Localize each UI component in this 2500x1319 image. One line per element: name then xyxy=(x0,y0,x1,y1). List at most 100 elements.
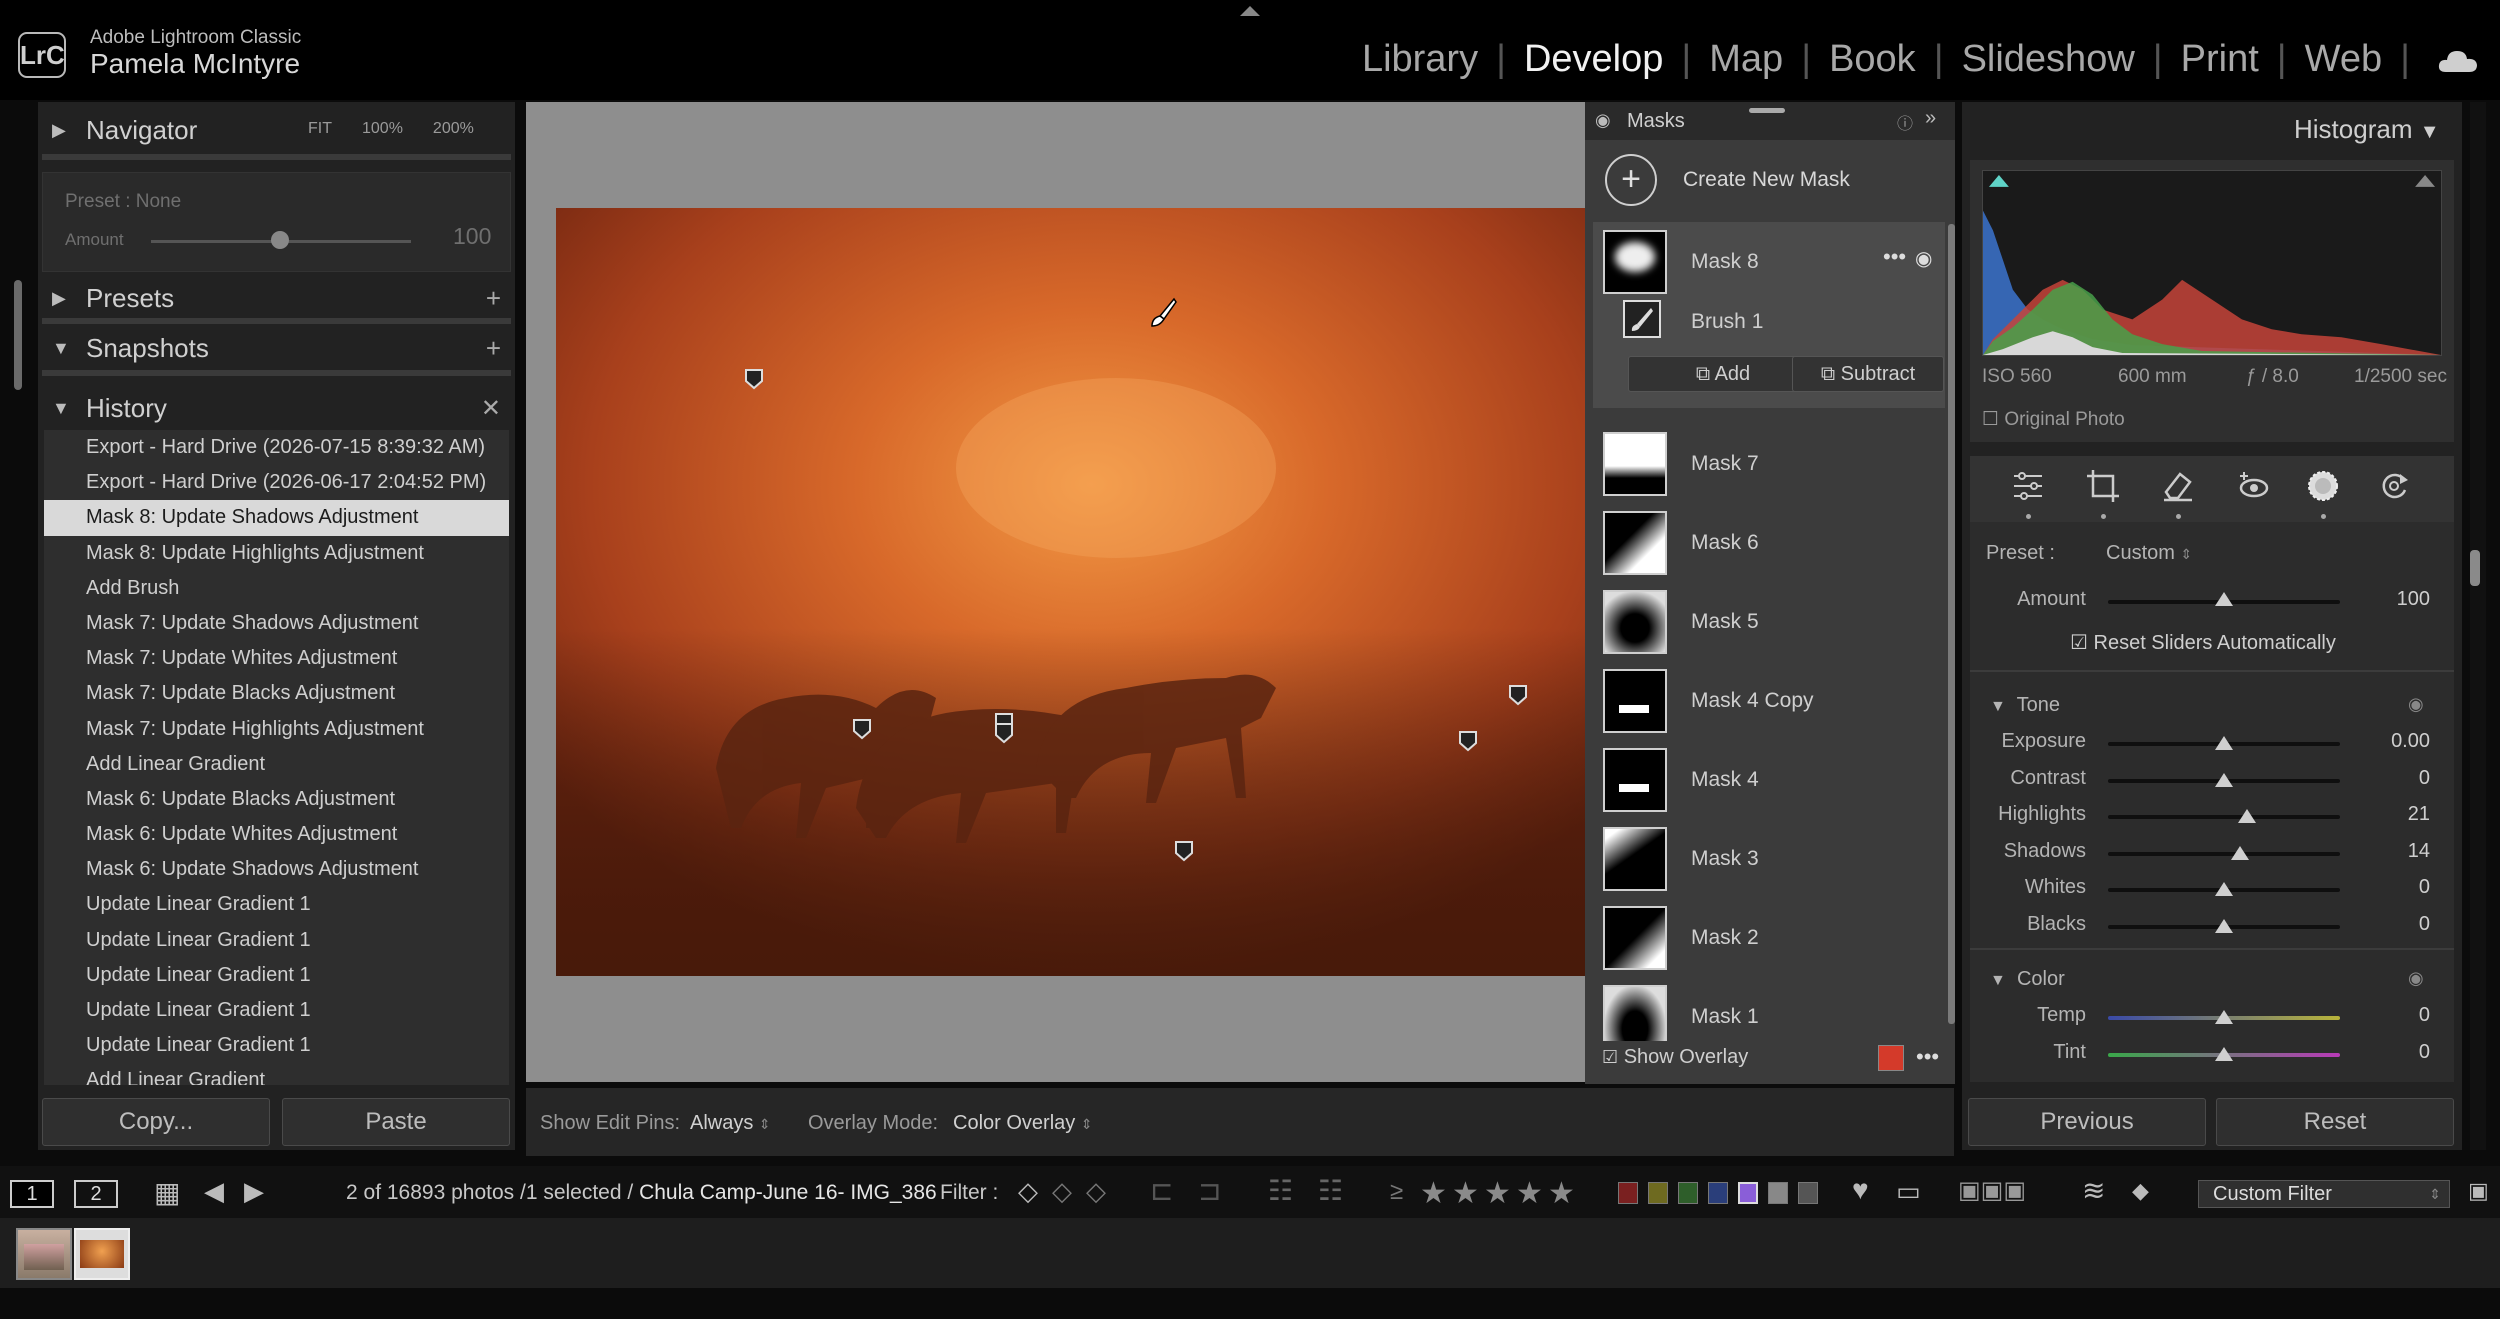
color-label-purple[interactable] xyxy=(1738,1182,1758,1204)
history-item[interactable]: Mask 7: Update Whites Adjustment xyxy=(44,641,509,676)
mask-amount-slider-knob[interactable] xyxy=(2215,592,2233,606)
history-item[interactable]: Add Linear Gradient xyxy=(44,747,509,782)
flag-pick-icon[interactable]: ◇ xyxy=(1018,1176,1038,1207)
collapse-double-chevron-icon[interactable]: » xyxy=(1925,107,1936,130)
redeye-icon[interactable] xyxy=(2236,468,2272,504)
history-item[interactable]: Update Linear Gradient 1 xyxy=(44,993,509,1028)
drag-handle[interactable] xyxy=(1749,108,1785,113)
history-item[interactable]: Update Linear Gradient 1 xyxy=(44,958,509,993)
mask-preset-select[interactable]: Custom ⇕ xyxy=(2106,542,2192,565)
history-item[interactable]: Export - Hard Drive (2026-07-15 8:39:32 … xyxy=(44,430,509,465)
history-item[interactable]: Add Brush xyxy=(44,571,509,606)
history-item[interactable]: Add Linear Gradient xyxy=(44,1063,509,1085)
masking-icon[interactable] xyxy=(2305,468,2341,504)
add-snapshot-plus-icon[interactable]: + xyxy=(486,333,501,364)
module-book[interactable]: Book xyxy=(1811,38,1934,81)
mask-component-name[interactable]: Brush 1 xyxy=(1691,310,1763,334)
eraser-icon[interactable] xyxy=(2160,468,2196,504)
right-panel-scrollbar[interactable] xyxy=(2470,550,2480,586)
color-label-none[interactable] xyxy=(1798,1182,1818,1204)
mask-row[interactable]: Mask 3 xyxy=(1593,827,1945,906)
reset-button[interactable]: Reset xyxy=(2216,1098,2454,1146)
main-window-button[interactable]: 1 xyxy=(10,1180,54,1208)
layers-icon[interactable]: ≋ xyxy=(2082,1174,2105,1207)
heart-icon[interactable]: ♥ xyxy=(1852,1174,1869,1206)
tone-shadows-slider-track[interactable] xyxy=(2108,851,2340,856)
module-develop[interactable]: Develop xyxy=(1506,38,1681,81)
overlay-mode-select[interactable]: Color Overlay ⇕ xyxy=(953,1112,1093,1135)
secondary-window-button[interactable]: 2 xyxy=(74,1180,118,1208)
history-item[interactable]: Mask 8: Update Highlights Adjustment xyxy=(44,536,509,571)
grid-view-icon[interactable]: ▦ xyxy=(154,1176,180,1209)
unedited-filter-icon[interactable]: ☷ xyxy=(1318,1174,1343,1207)
cloud-icon[interactable] xyxy=(2438,48,2478,74)
checkbox-checked-icon[interactable]: ☑ xyxy=(1602,1047,1618,1067)
eye-icon[interactable]: ◉ xyxy=(2408,694,2424,715)
comment-icon[interactable]: ▭ xyxy=(1896,1176,1921,1207)
main-photo[interactable] xyxy=(556,208,1586,976)
forward-arrow-icon[interactable]: ▶ xyxy=(244,1176,264,1207)
checkbox-unchecked-icon[interactable]: ☐ xyxy=(1982,409,1999,430)
star-icon[interactable]: ★ xyxy=(1516,1176,1543,1211)
mask-row[interactable]: Mask 1 xyxy=(1593,985,1945,1041)
color-tint-slider-knob[interactable] xyxy=(2215,1046,2233,1061)
clear-history-close-icon[interactable]: ✕ xyxy=(481,394,501,423)
color-label-green[interactable] xyxy=(1678,1182,1698,1204)
history-item[interactable]: Update Linear Gradient 1 xyxy=(44,1028,509,1063)
copy-settings-button[interactable]: Copy... xyxy=(42,1098,270,1146)
module-map[interactable]: Map xyxy=(1691,38,1801,81)
tone-exposure-slider-knob[interactable] xyxy=(2215,736,2233,750)
mask-row[interactable]: Mask 7 xyxy=(1593,432,1945,511)
sliders-icon[interactable] xyxy=(2010,468,2046,504)
mask-row[interactable]: Mask 5 xyxy=(1593,590,1945,669)
reset-icon[interactable] xyxy=(2376,468,2412,504)
disclosure-down-icon[interactable]: ▼ xyxy=(1990,698,2006,715)
kind-filter-icon[interactable]: ▣▣▣ xyxy=(1958,1176,2026,1205)
tone-shadows-value[interactable]: 14 xyxy=(2350,840,2430,863)
color-temp-value[interactable]: 0 xyxy=(2350,1004,2430,1027)
mask-row-mask-8[interactable]: Mask 8 ••• ◉ xyxy=(1593,222,1945,301)
show-edit-pins-select[interactable]: Always ⇕ xyxy=(690,1112,771,1135)
more-options-icon[interactable]: ••• xyxy=(1883,244,1906,270)
star-icon[interactable]: ★ xyxy=(1452,1176,1479,1211)
disclosure-down-icon[interactable]: ▼ xyxy=(1990,972,2006,989)
tone-whites-slider-knob[interactable] xyxy=(2215,882,2233,896)
history-item[interactable]: Mask 6: Update Shadows Adjustment xyxy=(44,852,509,887)
paste-settings-button[interactable]: Paste xyxy=(282,1098,510,1146)
tone-section-header[interactable]: ▼ Tone xyxy=(1990,694,2060,717)
color-label-blue[interactable] xyxy=(1708,1182,1728,1204)
checkbox-checked-icon[interactable]: ☑ xyxy=(2070,632,2088,654)
tone-whites-value[interactable]: 0 xyxy=(2350,876,2430,899)
rating-operator[interactable]: ≥ xyxy=(1390,1178,1403,1206)
filmstrip-lock-icon[interactable]: ▣ xyxy=(2468,1178,2489,1204)
custom-filter-select[interactable]: Custom Filter ⇕ xyxy=(2198,1180,2450,1208)
mask-row[interactable]: Mask 6 xyxy=(1593,511,1945,590)
color-tint-value[interactable]: 0 xyxy=(2350,1041,2430,1064)
edit-pin-icon[interactable] xyxy=(994,722,1014,744)
mask-row[interactable]: Mask 4 xyxy=(1593,748,1945,827)
show-overlay-toggle[interactable]: ☑ Show Overlay xyxy=(1602,1046,1748,1069)
tone-exposure-value[interactable]: 0.00 xyxy=(2350,730,2430,753)
module-print[interactable]: Print xyxy=(2163,38,2277,81)
history-header[interactable]: ▼ History ✕ xyxy=(38,386,515,430)
crop-icon[interactable] xyxy=(2085,468,2121,504)
flag-unflagged-icon[interactable]: ◇ xyxy=(1052,1176,1072,1207)
masks-header[interactable]: ◉ Masks ⓘ » xyxy=(1585,102,1955,140)
disclosure-down-icon[interactable]: ▼ xyxy=(2420,121,2440,143)
create-mask-plus-icon[interactable]: + xyxy=(1605,154,1657,206)
tone-shadows-slider-knob[interactable] xyxy=(2231,845,2250,860)
edit-pin-icon[interactable] xyxy=(1174,840,1194,862)
history-item[interactable]: Mask 6: Update Blacks Adjustment xyxy=(44,782,509,817)
presets-header[interactable]: ▶ Presets + xyxy=(38,276,515,320)
master-photo-icon[interactable]: ⊐ xyxy=(1198,1174,1221,1207)
tone-highlights-slider-knob[interactable] xyxy=(2238,809,2257,823)
star-icon[interactable]: ★ xyxy=(1484,1176,1511,1211)
history-item-selected[interactable]: Mask 8: Update Shadows Adjustment xyxy=(44,500,509,536)
edit-pin-icon[interactable] xyxy=(744,368,764,390)
collapse-top-panel-arrow-icon[interactable] xyxy=(1240,6,1260,16)
diamond-arrows-icon[interactable]: ◆ xyxy=(2132,1178,2149,1204)
history-item[interactable]: Export - Hard Drive (2026-06-17 2:04:52 … xyxy=(44,465,509,500)
create-new-mask-label[interactable]: Create New Mask xyxy=(1683,168,1850,192)
edited-filter-icon[interactable]: ☷ xyxy=(1268,1174,1293,1207)
history-item[interactable]: Update Linear Gradient 1 xyxy=(44,887,509,922)
